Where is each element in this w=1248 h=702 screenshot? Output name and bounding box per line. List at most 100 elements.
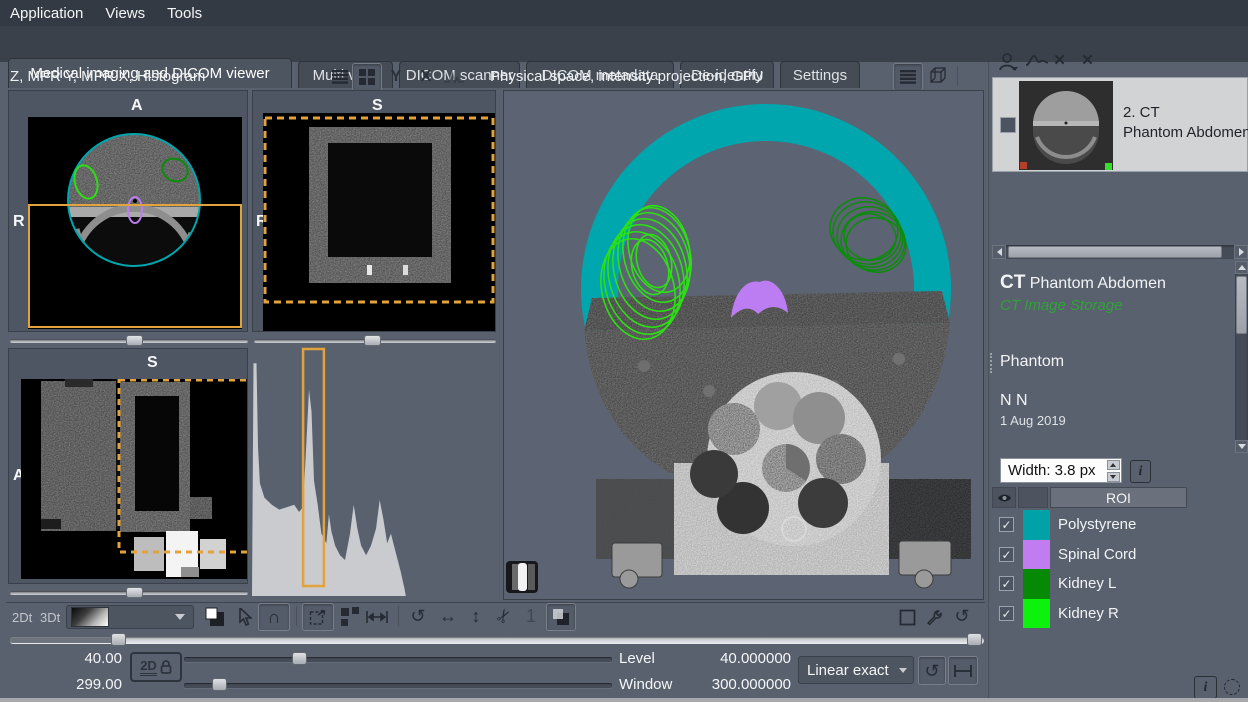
lock-icon xyxy=(160,660,172,674)
close-icon[interactable]: × xyxy=(1082,50,1093,72)
curve-menu-icon[interactable] xyxy=(1026,54,1048,73)
mpr-x-slice-slider[interactable] xyxy=(10,586,248,599)
x-axis-button[interactable]: X xyxy=(412,64,440,90)
range-slider-left-handle[interactable] xyxy=(111,633,126,646)
menu-tools[interactable]: Tools xyxy=(167,5,202,22)
tab-settings[interactable]: Settings xyxy=(780,61,860,88)
colormap-swatch xyxy=(71,607,109,627)
orientation-barrel-icon xyxy=(506,561,538,593)
reset-wl-button[interactable]: ↺ xyxy=(918,656,946,685)
chevron-down-icon xyxy=(899,668,907,673)
roi-visibility-checkbox[interactable]: ✓ xyxy=(999,606,1014,621)
window-bottom-edge xyxy=(0,698,1248,702)
spin-up-button[interactable] xyxy=(1107,460,1120,470)
scroll-down-arrow[interactable] xyxy=(1235,440,1248,453)
rotate-tool-icon[interactable]: ↺ xyxy=(406,604,430,628)
range-max-value: 299.00 xyxy=(40,676,122,693)
overlay-blend-button[interactable] xyxy=(546,603,576,631)
cube-icon[interactable] xyxy=(924,63,952,89)
step-one-icon[interactable]: 1 xyxy=(522,604,540,628)
menu-application[interactable]: Application xyxy=(10,5,83,22)
app-window: ApplicationViewsTools Medical imaging an… xyxy=(0,0,1248,702)
series-checkbox[interactable] xyxy=(1000,117,1016,133)
close-icon[interactable]: × xyxy=(1054,50,1065,72)
roi-color-swatch[interactable] xyxy=(1023,599,1050,629)
lock-2d-button[interactable]: 2D xyxy=(130,652,182,682)
roi-visibility-checkbox[interactable]: ✓ xyxy=(999,547,1014,562)
meta-vscrollbar[interactable] xyxy=(1235,261,1248,453)
series-name: Phantom Abdomen xyxy=(1123,124,1248,141)
left-view-header: Z, MPR Y, MPR X, Histogram xyxy=(10,68,205,85)
clipboard-roi-button[interactable] xyxy=(302,603,334,631)
info-button[interactable]: i xyxy=(1194,676,1217,699)
window-slider-handle[interactable] xyxy=(212,678,227,691)
series-number: 2. CT xyxy=(1123,104,1160,121)
pointer-tool-icon[interactable] xyxy=(234,605,256,629)
mapping-combobox[interactable]: Linear exact xyxy=(798,656,914,684)
viewport-3d[interactable] xyxy=(503,90,984,600)
series-card[interactable]: 2. CT Phantom Abdomen xyxy=(992,77,1248,172)
center-view-header: Physical space, intensity projection, GP… xyxy=(490,68,763,85)
scroll-left-arrow[interactable] xyxy=(992,245,1006,259)
measure-width-icon[interactable] xyxy=(364,605,390,629)
browser-hscrollbar[interactable] xyxy=(992,245,1248,259)
level-slider-handle[interactable] xyxy=(292,652,307,665)
contour-width-spinbox[interactable]: Width: 3.8 px xyxy=(1000,458,1122,483)
axial-slice-slider[interactable] xyxy=(10,334,248,347)
fit-range-button[interactable] xyxy=(948,656,978,685)
viewport-axial[interactable]: A R xyxy=(8,90,248,332)
time-range-slider[interactable] xyxy=(10,633,984,647)
mode-3dt-button[interactable]: 3Dt xyxy=(40,610,60,625)
roi-row-kidney-l[interactable]: ✓Kidney L xyxy=(992,569,1188,599)
grid-view-icon[interactable] xyxy=(352,63,382,91)
roi-color-swatch[interactable] xyxy=(1023,569,1050,599)
drag-grip[interactable] xyxy=(990,353,996,373)
reset-view-icon[interactable]: ↺ xyxy=(950,604,974,628)
roi-row-polystyrene[interactable]: ✓Polystyrene xyxy=(992,510,1188,540)
invert-bw-icon[interactable] xyxy=(202,605,228,629)
range-slider-right-handle[interactable] xyxy=(967,633,982,646)
stack-view-icon[interactable] xyxy=(326,64,354,90)
roi-visibility-column-header[interactable] xyxy=(992,487,1016,508)
pan-horizontal-icon[interactable]: ↔ xyxy=(436,604,460,628)
range-min-value: 40.00 xyxy=(40,650,122,667)
scroll-right-arrow[interactable] xyxy=(1234,245,1248,259)
menu-views[interactable]: Views xyxy=(105,5,145,22)
tiles-layout-icon[interactable] xyxy=(338,605,362,629)
eye-icon xyxy=(997,493,1012,503)
scroll-up-arrow[interactable] xyxy=(1235,261,1248,274)
render-list-icon[interactable] xyxy=(893,63,923,91)
spin-down-button[interactable] xyxy=(1107,472,1120,482)
roi-info-button[interactable]: i xyxy=(1130,460,1151,483)
rect-select-icon[interactable] xyxy=(896,606,918,628)
viewport-mpr-x[interactable]: S A xyxy=(8,348,248,584)
roi-name-column-header[interactable]: ROI xyxy=(1050,487,1187,508)
roi-row-kidney-r[interactable]: ✓Kidney R xyxy=(992,599,1188,629)
roi-color-swatch[interactable] xyxy=(1023,510,1050,540)
roi-visibility-checkbox[interactable]: ✓ xyxy=(999,576,1014,591)
y-axis-button[interactable]: Y xyxy=(382,64,410,90)
roi-color-column-header[interactable] xyxy=(1018,487,1048,508)
pan-vertical-icon[interactable]: ↕ xyxy=(464,604,488,628)
vscroll-thumb[interactable] xyxy=(1236,276,1247,334)
lock-2d-label: 2D xyxy=(140,658,157,676)
level-label: Level xyxy=(619,650,655,667)
roi-visibility-checkbox[interactable]: ✓ xyxy=(999,517,1014,532)
viewport-histogram[interactable] xyxy=(252,346,500,598)
hscroll-thumb[interactable] xyxy=(1008,246,1222,258)
roi-row-spinal-cord[interactable]: ✓Spinal Cord xyxy=(992,540,1188,570)
mode-2dt-button[interactable]: 2Dt xyxy=(12,610,32,625)
window-slider-track[interactable] xyxy=(184,683,612,688)
chevron-down-icon xyxy=(175,614,185,620)
roi-color-swatch[interactable] xyxy=(1023,540,1050,570)
viewport-mpr-y[interactable]: S R xyxy=(252,90,496,332)
level-slider-track[interactable] xyxy=(184,657,612,662)
dashed-circle-button[interactable] xyxy=(1221,676,1242,697)
histogram-curve-icon[interactable] xyxy=(440,64,468,90)
patient-name: N N xyxy=(1000,392,1028,410)
series-description: Phantom xyxy=(1000,353,1064,371)
colormap-combobox[interactable] xyxy=(66,605,194,629)
wrench-icon[interactable] xyxy=(922,605,946,629)
patient-menu-icon[interactable] xyxy=(998,52,1022,77)
arc-tool-button[interactable]: ∩ xyxy=(258,603,290,631)
